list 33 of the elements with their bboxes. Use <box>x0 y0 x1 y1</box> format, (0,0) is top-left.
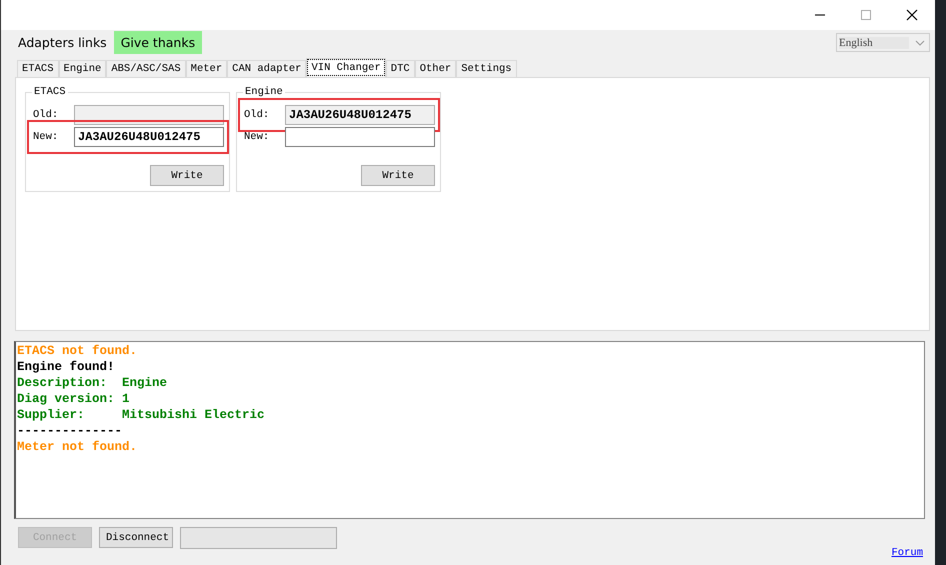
tab[interactable]: ABS/ASC/SAS <box>106 60 186 77</box>
maximize-icon[interactable] <box>860 9 872 21</box>
tab[interactable]: Engine <box>58 60 106 77</box>
disconnect-button[interactable]: Disconnect <box>99 527 173 548</box>
field-label: Old: <box>244 109 270 121</box>
group-title: Engine <box>243 86 285 98</box>
tab[interactable]: ETACS <box>17 60 59 77</box>
close-icon[interactable] <box>906 9 918 21</box>
vin-field[interactable] <box>285 127 435 147</box>
tab[interactable]: CAN adapter <box>227 60 306 77</box>
tab[interactable]: Settings <box>456 60 517 77</box>
write-button[interactable]: Write <box>150 165 224 186</box>
log-line: -------------- <box>17 423 124 439</box>
log-line: ETACS not found. <box>17 343 138 359</box>
log-line: Supplier: Mitsubishi Electric <box>17 407 266 423</box>
log-line: Meter not found. <box>17 439 138 455</box>
log-line: Engine found! <box>17 359 116 375</box>
field-label: New: <box>33 131 60 143</box>
tab[interactable]: Meter <box>186 60 228 77</box>
log-line: Description: Engine <box>17 375 168 391</box>
language-dropdown[interactable]: English <box>836 33 930 52</box>
vin-field[interactable]: JA3AU26U48U012475 <box>74 127 224 147</box>
menu-item[interactable]: Give thanks <box>114 31 202 54</box>
log-line: Diag version: 1 <box>17 391 131 407</box>
tab[interactable]: DTC <box>386 60 415 77</box>
field-label: New: <box>244 131 270 143</box>
field-label: Old: <box>33 109 60 121</box>
tab[interactable]: VIN Changer <box>306 58 386 77</box>
tab[interactable]: Other <box>414 60 456 77</box>
write-button[interactable]: Write <box>361 165 435 186</box>
chevron-down-icon <box>915 40 925 46</box>
menu-item[interactable]: Adapters links <box>11 31 114 54</box>
forum-link[interactable]: Forum <box>891 547 923 559</box>
